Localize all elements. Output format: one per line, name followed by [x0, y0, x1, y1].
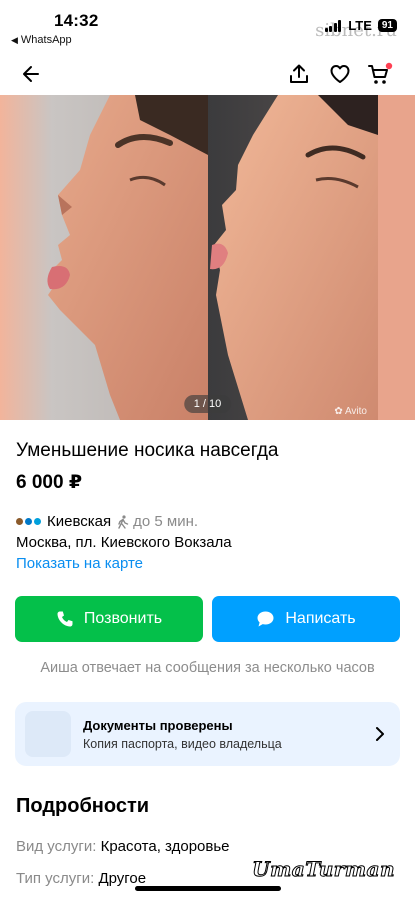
call-button[interactable]: Позвонить	[15, 596, 203, 642]
status-indicators: LTE 91	[324, 18, 397, 33]
walking-person-icon	[118, 514, 129, 529]
cart-badge	[385, 62, 393, 70]
arrow-left-icon	[23, 66, 39, 82]
metro-line-dots	[16, 518, 41, 525]
before-photo	[0, 95, 208, 420]
detail-value: Красота, здоровье	[100, 838, 230, 855]
documents-title: Документы проверены	[83, 718, 233, 733]
documents-subtitle: Копия паспорта, видео владельца	[83, 737, 282, 751]
walk-time: до 5 мин.	[117, 513, 198, 530]
document-icon	[25, 711, 71, 757]
detail-row: Тип услуги: Другое	[16, 870, 146, 887]
status-bar: 14:32 ◀ WhatsApp sibnet.ru LTE 91	[0, 0, 415, 50]
walk-time-text: до 5 мин.	[133, 513, 199, 530]
home-indicator[interactable]	[135, 886, 281, 891]
back-triangle-icon: ◀	[11, 35, 18, 45]
cart-icon	[368, 62, 393, 84]
call-button-label: Позвонить	[83, 610, 163, 627]
detail-key: Вид услуги:	[16, 838, 97, 855]
photo-counter: 1 / 10	[183, 395, 232, 413]
network-type: LTE	[348, 18, 372, 33]
show-on-map-link[interactable]: Показать на карте	[16, 555, 143, 572]
avito-watermark: ✿ Avito	[334, 406, 367, 417]
detail-value: Другое	[98, 870, 147, 887]
documents-verified-card[interactable]: Документы проверены Копия паспорта, виде…	[15, 702, 400, 766]
back-button[interactable]	[17, 60, 45, 88]
heart-icon	[330, 65, 350, 83]
seller-reply-time: Аиша отвечает на сообщения за несколько …	[40, 660, 375, 676]
cart-button[interactable]	[366, 60, 394, 88]
listing-title: Уменьшение носика навсегда	[16, 440, 279, 461]
write-button-label: Написать	[285, 610, 356, 627]
photo-gallery[interactable]	[0, 95, 415, 420]
avito-watermark-text: Avito	[344, 406, 367, 417]
battery-icon: 91	[377, 19, 397, 32]
metro-dot	[34, 518, 41, 525]
metro-station-name: Киевская	[47, 513, 112, 530]
back-to-app-link[interactable]: ◀ WhatsApp	[11, 34, 72, 46]
metro-dot	[16, 518, 23, 525]
back-app-name: WhatsApp	[20, 34, 72, 46]
phone-icon	[57, 611, 73, 627]
address: Москва, пл. Киевского Вокзала	[16, 534, 232, 551]
after-photo	[208, 95, 415, 420]
signature-watermark: UmaTurman	[252, 857, 395, 882]
top-nav-bar	[0, 52, 415, 94]
listing-price: 6 000 ₽	[16, 472, 83, 493]
favorite-button[interactable]	[326, 60, 354, 88]
share-button[interactable]	[285, 60, 313, 88]
metro-dot	[25, 518, 32, 525]
signal-icon	[324, 19, 342, 32]
details-heading: Подробности	[16, 795, 150, 817]
share-icon	[290, 64, 308, 83]
metro-station: Киевская до 5 мин.	[16, 513, 198, 530]
chat-bubble-icon	[257, 611, 274, 627]
chevron-right-icon	[376, 727, 384, 741]
detail-key: Тип услуги:	[16, 870, 95, 887]
status-time: 14:32	[54, 11, 99, 30]
write-button[interactable]: Написать	[212, 596, 400, 642]
detail-row: Вид услуги: Красота, здоровье	[16, 838, 230, 855]
